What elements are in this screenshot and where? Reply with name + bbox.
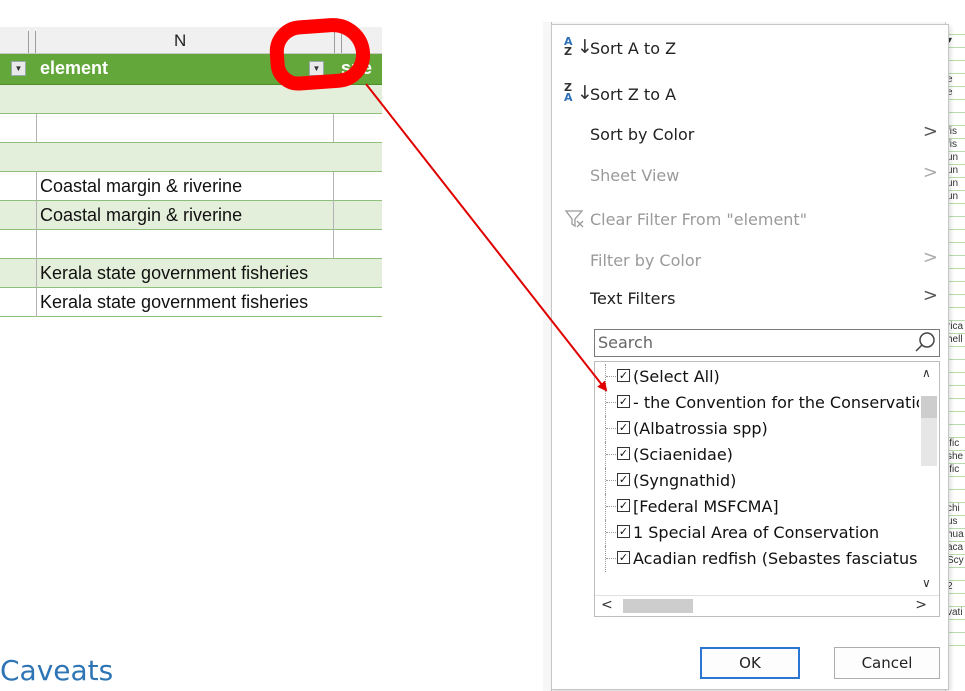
scrollbar-track[interactable] <box>921 418 937 466</box>
cell-border <box>36 259 37 288</box>
table-row[interactable]: Kerala state government fisheries <box>0 288 382 317</box>
chevron-right-icon: > <box>922 285 938 306</box>
checkbox-checked[interactable]: ✓ <box>617 525 630 538</box>
chevron-right-icon: > <box>922 121 938 142</box>
menu-item-label: Filter by Color <box>590 251 702 270</box>
cancel-button[interactable]: Cancel <box>834 647 940 679</box>
table-row[interactable] <box>0 143 382 172</box>
cell-border <box>36 114 37 143</box>
cell[interactable]: Coastal margin & riverine <box>40 176 332 197</box>
cell-border <box>36 172 37 201</box>
ok-button[interactable]: OK <box>700 647 800 679</box>
chevron-up-icon[interactable]: ∧ <box>922 366 931 380</box>
checkbox-checked[interactable]: ✓ <box>617 551 630 564</box>
scrollbar-thumb[interactable] <box>623 599 693 613</box>
list-item[interactable]: ✓ Acadian redfish (Sebastes fasciatus <box>595 546 921 572</box>
table-row[interactable] <box>0 114 382 143</box>
scrollbar-thumb[interactable] <box>921 396 937 418</box>
horizontal-scrollbar[interactable]: < > <box>595 595 939 616</box>
chevron-down-icon[interactable]: ∨ <box>922 576 931 590</box>
table-row[interactable]: Kerala state government fisheries <box>0 259 382 288</box>
cell-border <box>333 172 334 201</box>
list-item[interactable]: ✓ (Sciaenidae) <box>595 442 921 468</box>
search-icon[interactable] <box>913 330 937 354</box>
menu-item-filter-by-color: Filter by Color > <box>552 243 948 279</box>
list-item-label: (Sciaenidae) <box>633 445 733 464</box>
checkbox-checked[interactable]: ✓ <box>617 421 630 434</box>
filter-values-list: ✓ (Select All) ✓ - the Convention for th… <box>594 361 940 617</box>
menu-item-label: Sheet View <box>590 166 680 185</box>
search-input[interactable]: Search <box>594 329 940 357</box>
cell-border <box>333 114 334 143</box>
list-item-label: [Federal MSFCMA] <box>633 497 779 516</box>
section-heading: Caveats <box>0 654 114 687</box>
list-item-label: (Syngnathid) <box>633 471 737 490</box>
checkbox-checked[interactable]: ✓ <box>617 499 630 512</box>
menu-item-sort-za[interactable]: Z A ↓ Sort Z to A <box>552 77 948 113</box>
chevron-left-icon[interactable]: < <box>601 597 613 613</box>
menu-item-label: Sort Z to A <box>590 85 677 104</box>
column-divider <box>35 31 36 53</box>
menu-item-label: Clear Filter From "element" <box>590 210 808 229</box>
list-item[interactable]: ✓ (Select All) <box>595 364 921 390</box>
filter-dropdown-button-previous[interactable]: ▼ <box>11 61 26 76</box>
cell-border <box>36 230 37 259</box>
cell[interactable]: Kerala state government fisheries <box>40 263 382 284</box>
cell-border <box>333 201 334 230</box>
menu-item-sheet-view: Sheet View > <box>552 158 948 194</box>
checkbox-checked[interactable]: ✓ <box>617 369 630 382</box>
autofilter-menu: A Z ↓ Sort A to Z Z A ↓ Sort Z to A Sort by … <box>551 24 949 690</box>
column-letter[interactable]: N <box>174 31 186 51</box>
vertical-scrollbar[interactable]: ∧ ∨ <box>919 362 939 596</box>
chevron-right-icon[interactable]: > <box>915 597 927 613</box>
list-item-label: (Select All) <box>633 367 720 386</box>
checkbox-checked[interactable]: ✓ <box>617 395 630 408</box>
cell-border <box>36 201 37 230</box>
list-item-label: Acadian redfish (Sebastes fasciatus <box>633 549 918 568</box>
element-header[interactable]: element <box>40 58 108 79</box>
list-item-label: (Albatrossia spp) <box>633 419 768 438</box>
list-item[interactable]: ✓ (Syngnathid) <box>595 468 921 494</box>
cell-border <box>36 288 37 317</box>
checkbox-checked[interactable]: ✓ <box>617 473 630 486</box>
menu-item-label: Sort A to Z <box>590 39 677 58</box>
list-item[interactable]: ✓ - the Convention for the Conservation <box>595 390 921 416</box>
chevron-right-icon: > <box>922 162 938 183</box>
menu-item-sort-by-color[interactable]: Sort by Color > <box>552 117 948 153</box>
cell[interactable]: Coastal margin & riverine <box>40 205 332 226</box>
list-item[interactable]: ✓ 1 Special Area of Conservation <box>595 520 921 546</box>
chevron-right-icon: > <box>922 247 938 268</box>
table-row[interactable]: Coastal margin & riverine <box>0 201 382 230</box>
cell[interactable]: Kerala state government fisheries <box>40 292 382 313</box>
table-row[interactable] <box>0 85 382 114</box>
cell-border <box>333 230 334 259</box>
list-item-label: 1 Special Area of Conservation <box>633 523 880 542</box>
clear-filter-icon <box>564 208 590 234</box>
sort-az-icon: A Z ↓ <box>564 35 593 58</box>
red-circle-annotation <box>267 15 373 93</box>
sort-za-icon: Z A ↓ <box>564 81 593 104</box>
menu-item-text-filters[interactable]: Text Filters > <box>552 281 948 317</box>
table-row[interactable]: Coastal margin & riverine <box>0 172 382 201</box>
menu-item-sort-az[interactable]: A Z ↓ Sort A to Z <box>552 31 948 67</box>
menu-item-label: Text Filters <box>590 289 676 308</box>
menu-item-label: Sort by Color <box>590 125 695 144</box>
column-divider <box>28 31 29 53</box>
menu-item-clear-filter: Clear Filter From "element" <box>552 202 948 238</box>
checkbox-checked[interactable]: ✓ <box>617 447 630 460</box>
search-placeholder: Search <box>598 333 653 352</box>
table-row[interactable] <box>0 230 382 259</box>
list-item-label: - the Convention for the Conservation <box>633 393 921 412</box>
list-item[interactable]: ✓ [Federal MSFCMA] <box>595 494 921 520</box>
list-item[interactable]: ✓ (Albatrossia spp) <box>595 416 921 442</box>
